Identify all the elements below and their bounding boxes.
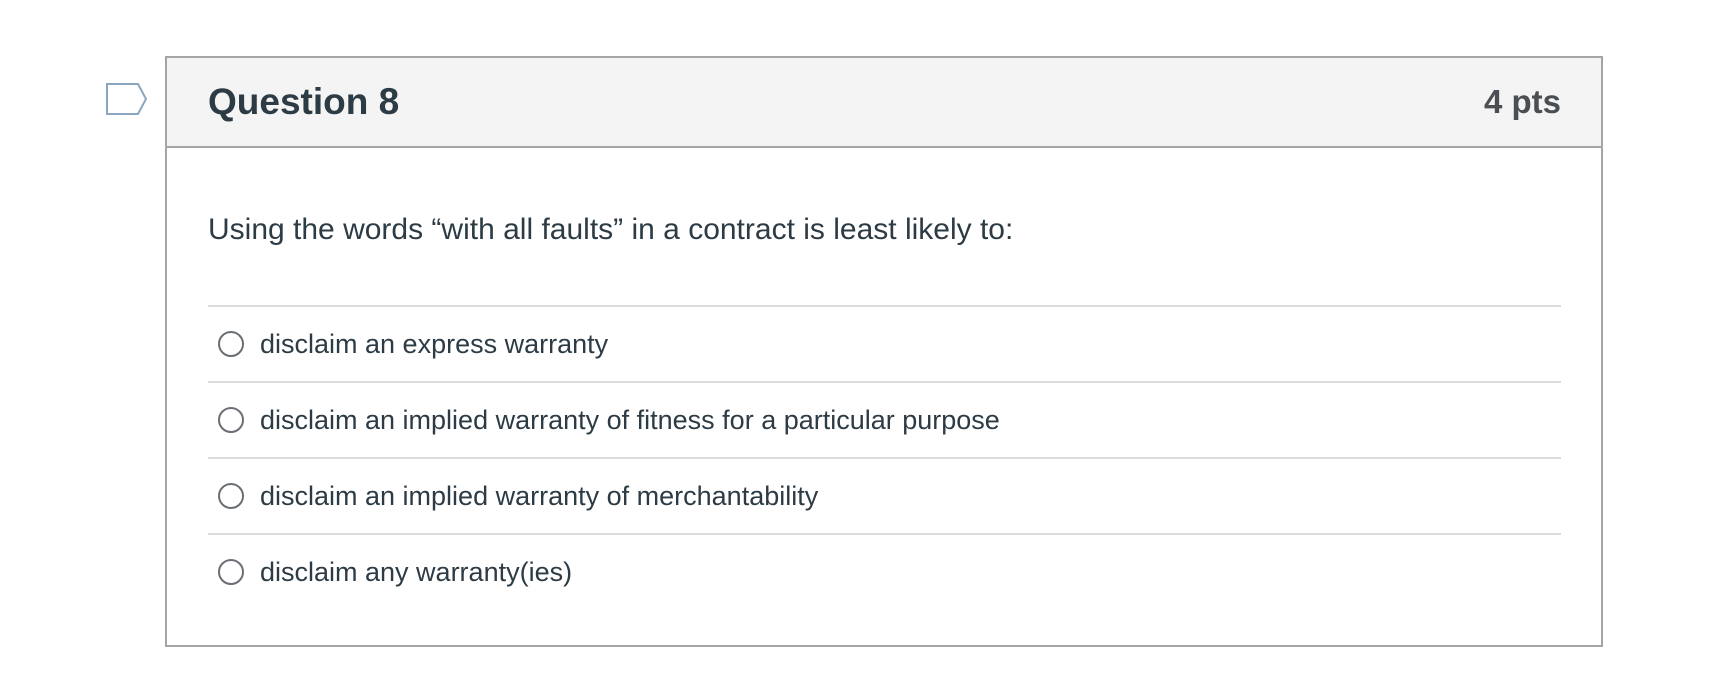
radio-button[interactable] <box>218 331 244 357</box>
answer-option[interactable]: disclaim an implied warranty of merchant… <box>208 459 1561 535</box>
flag-question-icon[interactable] <box>106 83 148 117</box>
radio-button[interactable] <box>218 483 244 509</box>
answer-label[interactable]: disclaim an implied warranty of ﬁtness f… <box>260 405 1000 436</box>
answer-option[interactable]: disclaim an implied warranty of ﬁtness f… <box>208 383 1561 459</box>
answer-label[interactable]: disclaim an implied warranty of merchant… <box>260 481 818 512</box>
answer-option[interactable]: disclaim any warranty(ies) <box>208 535 1561 609</box>
question-points: 4 pts <box>1483 83 1561 120</box>
answer-label[interactable]: disclaim any warranty(ies) <box>260 557 572 588</box>
question-header: Question 8 4 pts <box>167 58 1601 148</box>
radio-button[interactable] <box>218 407 244 433</box>
answer-label[interactable]: disclaim an express warranty <box>260 329 608 360</box>
radio-button[interactable] <box>218 559 244 585</box>
question-title: Question 8 <box>208 81 400 122</box>
question-card: Question 8 4 pts Using the words “with a… <box>165 56 1603 647</box>
question-text: Using the words “with all faults” in a c… <box>208 148 1561 307</box>
answer-list: disclaim an express warranty disclaim an… <box>208 307 1561 609</box>
answer-option[interactable]: disclaim an express warranty <box>208 307 1561 383</box>
question-body: Using the words “with all faults” in a c… <box>167 148 1601 609</box>
